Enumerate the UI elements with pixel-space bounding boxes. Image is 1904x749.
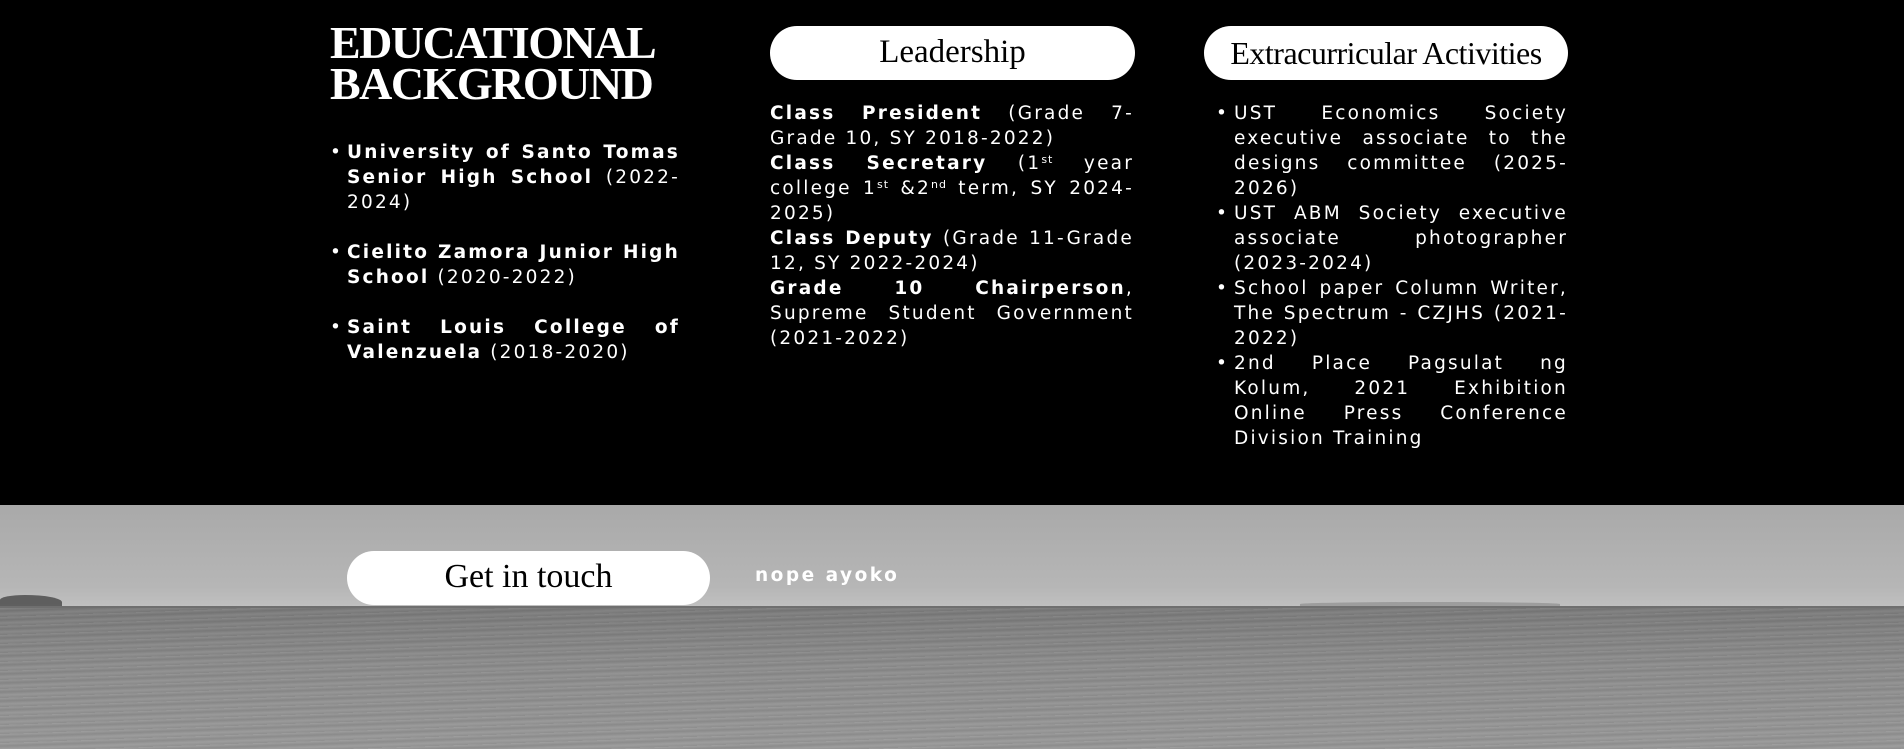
education-item: University of Santo Tomas Senior High Sc… [330,140,680,215]
ordinal-suffix: nd [930,178,947,191]
extracurricular-heading-pill: Extracurricular Activities [1204,26,1568,80]
leadership-item: Class President (Grade 7-Grade 10, SY 20… [770,101,1134,151]
extracurricular-item: UST Economics Society executive associat… [1216,101,1568,201]
sea-image [0,608,1904,749]
education-heading-line2: BACKGROUND [330,58,654,109]
get-in-touch-button[interactable]: Get in touch [347,551,710,605]
education-item: Saint Louis College of Valenzuela (2018-… [330,315,680,365]
leadership-heading-pill: Leadership [770,26,1135,80]
resume-section: EDUCATIONAL BACKGROUND University of San… [0,0,1904,505]
extracurricular-item: School paper Column Writer, The Spectrum… [1216,276,1568,351]
education-list: University of Santo Tomas Senior High Sc… [330,140,680,365]
extracurricular-item: UST ABM Society executive associate phot… [1216,201,1568,276]
education-heading-line1: EDUCATIONAL [330,17,657,68]
contact-section-background [0,505,1904,749]
leadership-list: Class President (Grade 7-Grade 10, SY 20… [770,101,1134,351]
extracurricular-list: UST Economics Society executive associat… [1216,101,1568,451]
school-years: (2020-2022) [429,267,577,288]
role-title: Class Secretary [770,153,988,174]
leadership-item: Grade 10 Chairperson, Supreme Student Go… [770,276,1134,351]
extracurricular-item: 2nd Place Pagsulat ng Kolum, 2021 Exhibi… [1216,351,1568,451]
contact-note: nope ayoko [755,565,900,586]
leadership-item: Class Deputy (Grade 11-Grade 12, SY 2022… [770,226,1134,276]
ordinal-suffix: st [1041,153,1054,166]
role-title: Class Deputy [770,228,934,249]
education-heading: EDUCATIONAL BACKGROUND [330,17,680,109]
sky-image [0,505,1904,607]
role-title: Class President [770,103,983,124]
role-title: Grade 10 Chairperson [770,278,1126,299]
role-detail: (1 [987,153,1042,174]
role-detail: &2 [889,178,931,199]
leadership-item: Class Secretary (1st year college 1st &2… [770,151,1134,226]
school-years: (2018-2020) [482,342,630,363]
ordinal-suffix: st [877,178,890,191]
education-column: EDUCATIONAL BACKGROUND University of San… [330,17,680,390]
education-item: Cielito Zamora Junior High School (2020-… [330,240,680,290]
